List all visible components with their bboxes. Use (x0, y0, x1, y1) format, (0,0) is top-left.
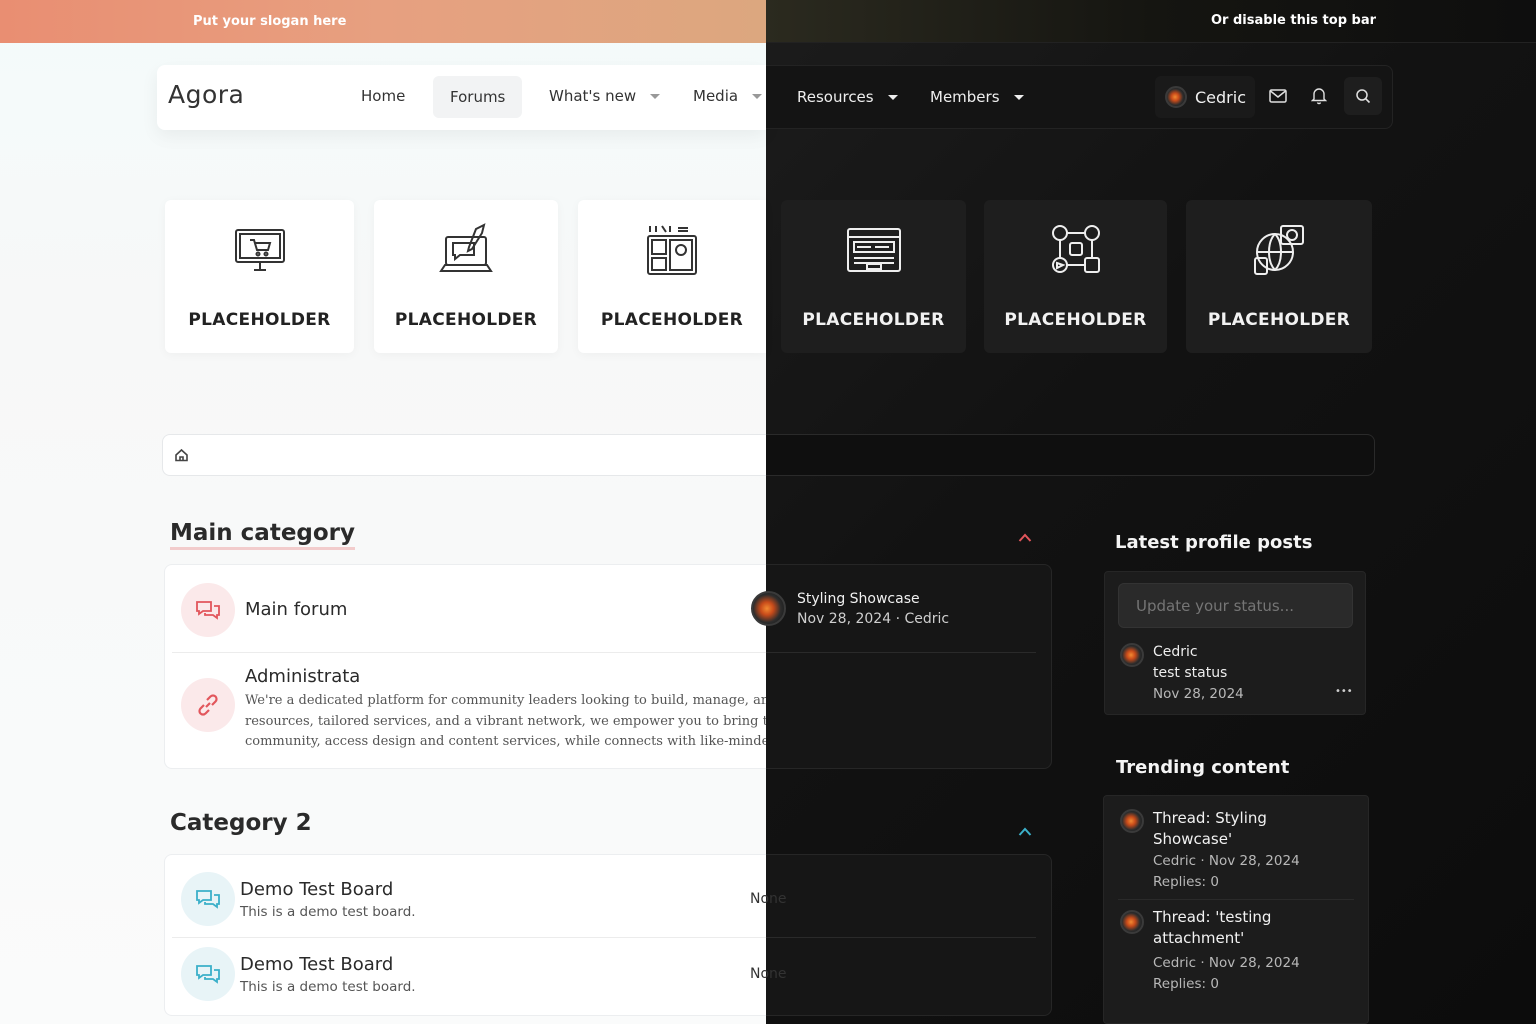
divider (172, 937, 766, 938)
tile-label: PLACEHOLDER (802, 310, 945, 330)
home-icon[interactable] (174, 447, 189, 466)
description-line: community, access design and content ser… (245, 734, 766, 749)
site-logo[interactable]: Agora (168, 80, 244, 109)
nav-resources-label: Resources (797, 88, 874, 106)
nav-forums[interactable]: Forums (433, 76, 523, 118)
forum-title-demo-test-board[interactable]: Demo Test Board (240, 954, 393, 975)
trending-avatar[interactable] (1120, 910, 1144, 934)
nav-whats-new[interactable]: What's new (549, 76, 661, 116)
search-button[interactable] (1344, 77, 1382, 115)
latest-thread-meta: Nov 28, 2024 · Cedric (797, 611, 950, 627)
tile-label: PLACEHOLDER (394, 310, 538, 330)
placeholder-tile-2[interactable]: PLACEHOLDER (374, 200, 558, 353)
trending-item-replies: Replies: 0 (1153, 976, 1219, 992)
nav-media[interactable]: Media (693, 76, 763, 116)
trending-item-replies: Replies: 0 (1153, 874, 1219, 890)
chevron-down-icon[interactable] (650, 93, 661, 99)
placeholder-tile-5[interactable]: PLACEHOLDER (984, 200, 1167, 353)
forum-description: This is a demo test board. (240, 979, 416, 995)
network-icon (1046, 222, 1106, 278)
breadcrumb-dark (766, 434, 1375, 476)
latest-post-avatar[interactable] (751, 591, 786, 626)
nav-home[interactable]: Home (361, 76, 405, 116)
latest-none: None (750, 966, 787, 982)
slogan-text: Put your slogan here (193, 14, 347, 29)
user-avatar (1165, 86, 1187, 108)
profile-post-date: Nov 28, 2024 (1153, 686, 1244, 702)
alerts-button[interactable] (1300, 77, 1338, 115)
chevron-down-icon[interactable] (752, 93, 763, 99)
nav-whats-new-label: What's new (549, 87, 637, 105)
breadcrumb-light (162, 434, 766, 476)
link-icon (181, 678, 235, 732)
top-bar-light (0, 0, 766, 43)
forum-chat-icon (181, 947, 235, 1001)
status-update-input[interactable] (1118, 583, 1353, 628)
top-bar-dark (766, 0, 1536, 43)
trending-item-meta: Cedric · Nov 28, 2024 (1153, 853, 1300, 869)
trending-item-title[interactable]: Thread: Styling Showcase' (1153, 808, 1267, 850)
forum-chat-icon (181, 583, 235, 637)
envelope-icon (1269, 89, 1287, 103)
profile-post-avatar[interactable] (1120, 643, 1144, 667)
latest-none: None (750, 891, 787, 907)
tile-label: PLACEHOLDER (1004, 310, 1147, 330)
profile-post-text: test status (1153, 665, 1228, 681)
divider (766, 937, 1036, 938)
latest-thread-title[interactable]: Styling Showcase (797, 591, 920, 607)
description-line: We're a dedicated platform for community… (245, 693, 766, 708)
trending-item-title[interactable]: Thread: 'testing attachment' (1153, 907, 1271, 949)
divider (1118, 899, 1354, 900)
user-name: Cedric (1195, 87, 1246, 107)
placeholder-tile-1[interactable]: PLACEHOLDER (165, 200, 354, 353)
nav-media-label: Media (693, 87, 739, 105)
search-icon (1356, 89, 1371, 104)
placeholder-tile-4[interactable]: PLACEHOLDER (781, 200, 966, 353)
nav-members-label: Members (930, 88, 1000, 106)
forum-chat-icon (181, 872, 235, 926)
placeholder-tile-6[interactable]: PLACEHOLDER (1186, 200, 1372, 353)
chevron-up-icon (1018, 827, 1032, 836)
forum-title-main-forum[interactable]: Main forum (245, 599, 347, 620)
trending-content-title: Trending content (1116, 757, 1290, 778)
chevron-down-icon[interactable] (1013, 94, 1024, 100)
top-bar-right-text: Or disable this top bar (1211, 13, 1377, 28)
description-line: resources, tailored services, and a vibr… (245, 713, 766, 729)
browser-window-icon (844, 222, 904, 278)
collapse-category-2[interactable] (1018, 821, 1032, 840)
inbox-button[interactable] (1259, 77, 1297, 115)
forum-description: This is a demo test board. (240, 904, 416, 920)
bell-icon (1311, 88, 1327, 105)
category-2-title[interactable]: Category 2 (170, 810, 312, 836)
placeholder-tile-3[interactable]: PLACEHOLDER (578, 200, 766, 353)
nav-resources[interactable]: Resources (797, 77, 898, 117)
collapse-main-category[interactable] (1018, 527, 1032, 546)
web-layout-icon (642, 222, 702, 278)
tile-label: PLACEHOLDER (600, 310, 744, 330)
trending-item-meta: Cedric · Nov 28, 2024 (1153, 955, 1300, 971)
main-category-title[interactable]: Main category (170, 520, 356, 550)
tile-label: PLACEHOLDER (1207, 310, 1351, 330)
more-options-icon[interactable]: ••• (1335, 686, 1353, 697)
computer-cart-icon (230, 222, 290, 278)
forum-description-light: We're a dedicated platform for community… (245, 691, 766, 753)
chevron-down-icon[interactable] (887, 94, 898, 100)
trending-avatar[interactable] (1120, 809, 1144, 833)
tile-label: PLACEHOLDER (188, 310, 331, 330)
profile-post-user[interactable]: Cedric (1153, 644, 1198, 660)
category-2-panel-dark (766, 854, 1052, 1016)
divider (172, 652, 766, 653)
user-menu[interactable]: Cedric (1155, 76, 1255, 118)
divider (766, 652, 1036, 653)
laptop-chat-icon (436, 222, 496, 278)
nav-forums-label: Forums (450, 88, 506, 106)
forum-title-demo-test-board[interactable]: Demo Test Board (240, 879, 393, 900)
latest-profile-posts-title: Latest profile posts (1115, 532, 1313, 553)
nav-members[interactable]: Members (930, 77, 1024, 117)
forum-title-administrata[interactable]: Administrata (245, 666, 360, 687)
chevron-up-icon (1018, 533, 1032, 542)
global-media-icon (1249, 222, 1309, 278)
